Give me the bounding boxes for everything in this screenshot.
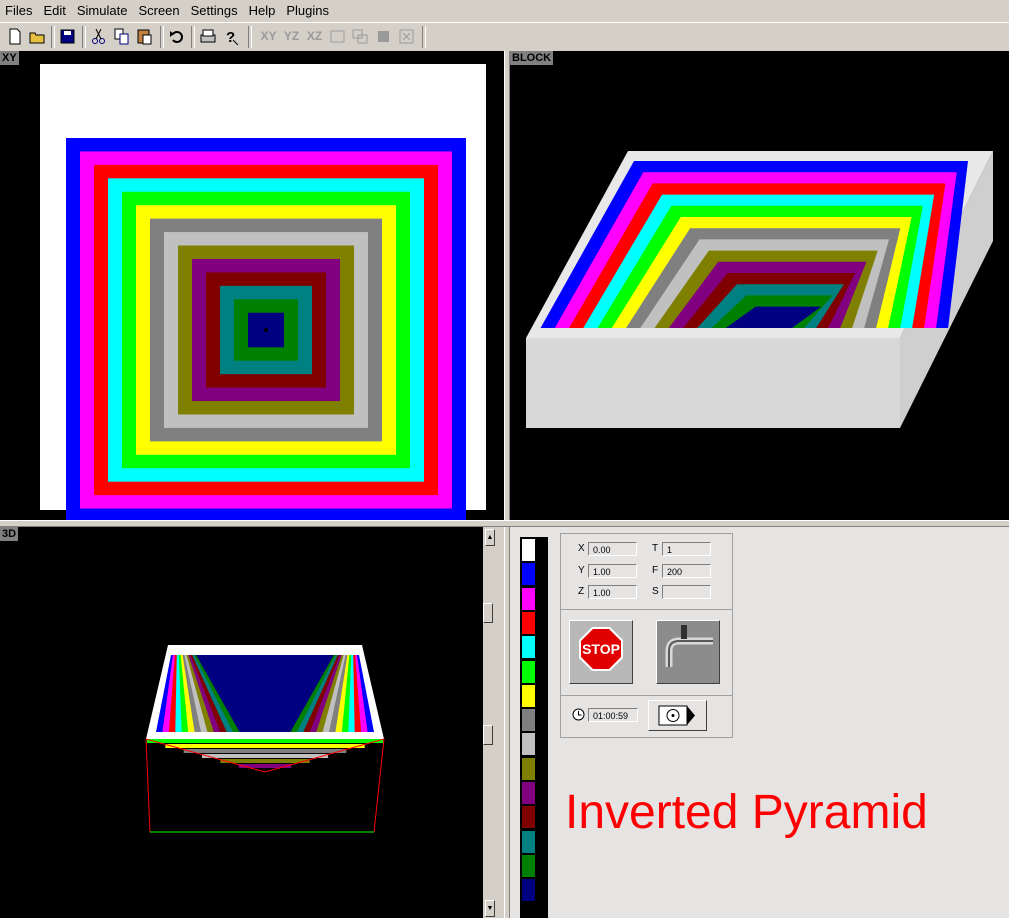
tool-color-palette[interactable]: [520, 537, 548, 918]
open-folder-icon[interactable]: [27, 26, 48, 47]
palette-swatch[interactable]: [522, 587, 535, 610]
menu-plugins[interactable]: Plugins: [281, 0, 335, 18]
menu-settings[interactable]: Settings: [186, 0, 244, 18]
save-disk-icon[interactable]: [57, 26, 78, 47]
program-title-caption: Inverted Pyramid: [565, 786, 928, 839]
control-panel: X 0.00 Y 1.00 Z 1.00 T 1 F 200 S STOP 01…: [510, 527, 1009, 918]
palette-swatch[interactable]: [522, 806, 535, 829]
palette-swatch[interactable]: [522, 563, 535, 586]
palette-swatch[interactable]: [522, 636, 535, 659]
3d-pane-label: 3D: [0, 527, 19, 541]
palette-swatch[interactable]: [522, 660, 535, 683]
zoom-fit-icon[interactable]: [396, 26, 417, 47]
3d-view-pane[interactable]: 3D: [0, 527, 483, 918]
palette-swatch[interactable]: [522, 879, 535, 902]
palette-swatch[interactable]: [522, 611, 535, 634]
print-icon[interactable]: [197, 26, 218, 47]
view-multi-icon[interactable]: [350, 26, 371, 47]
view-yz-button[interactable]: YZ: [281, 26, 302, 47]
spindle-tool-button[interactable]: [656, 620, 720, 684]
palette-swatch[interactable]: [522, 757, 535, 780]
new-file-icon[interactable]: [4, 26, 25, 47]
play-disc-icon: [658, 705, 695, 726]
menu-simulate[interactable]: Simulate: [72, 0, 134, 18]
menu-bar: Files Edit Simulate Screen Settings Help Plugi…: [0, 0, 1009, 21]
palette-swatch[interactable]: [522, 830, 535, 853]
xy-center-dot: [264, 328, 268, 332]
z-value-field: 1.00: [588, 585, 637, 599]
elapsed-time-field: 01:00:59: [588, 708, 638, 722]
3d-wireframe-render: [145, 645, 385, 833]
3d-bottom-layer: [183, 749, 347, 753]
x-value-field: 0.00: [588, 542, 637, 556]
t-label: T: [652, 543, 659, 554]
block-view-pane[interactable]: BLOCK: [510, 51, 1009, 520]
3d-bottom-layer: [165, 744, 365, 748]
paste-icon[interactable]: [134, 26, 155, 47]
menu-edit[interactable]: Edit: [38, 0, 71, 18]
view-xy-button[interactable]: XY: [258, 26, 279, 47]
t-value-field: 1: [662, 542, 711, 556]
help-icon[interactable]: ?: [220, 26, 241, 47]
scroll-thumb[interactable]: [483, 603, 493, 623]
3d-bottom-layer: [220, 759, 310, 763]
stop-label: STOP: [582, 641, 620, 657]
copy-icon[interactable]: [111, 26, 132, 47]
xy-view-pane[interactable]: XY: [0, 51, 504, 520]
scroll-down-button[interactable]: ▼: [485, 900, 495, 917]
menu-files[interactable]: Files: [0, 0, 38, 18]
menu-help[interactable]: Help: [244, 0, 282, 18]
palette-swatch[interactable]: [522, 733, 535, 756]
xy-toolpath-plot: [40, 64, 486, 520]
toolbar: ? XY YZ XZ: [0, 22, 1009, 52]
horizontal-splitter[interactable]: [0, 520, 1009, 527]
view-solid-icon[interactable]: [373, 26, 394, 47]
f-label: F: [652, 565, 659, 576]
block-pane-label: BLOCK: [510, 51, 554, 65]
coordinate-box: X 0.00 Y 1.00 Z 1.00 T 1 F 200 S STOP 01…: [560, 533, 733, 738]
xy-pane-label: XY: [0, 51, 19, 65]
palette-swatch[interactable]: [522, 782, 535, 804]
3d-bottom-layer: [202, 754, 328, 758]
spindle-icon: [657, 621, 719, 683]
y-value-field: 1.00: [588, 564, 637, 578]
palette-swatch[interactable]: [522, 709, 535, 732]
block-3d-render: [526, 151, 993, 428]
scroll-up-button[interactable]: ▲: [485, 529, 495, 546]
x-label: X: [578, 543, 585, 554]
play-simulation-button[interactable]: [648, 700, 707, 731]
palette-swatch[interactable]: [522, 854, 535, 877]
undo-icon[interactable]: [166, 26, 187, 47]
view-block-icon[interactable]: [327, 26, 348, 47]
s-value-field: [662, 585, 711, 599]
menu-screen[interactable]: Screen: [133, 0, 185, 18]
svg-text:?: ?: [226, 29, 235, 46]
clock-icon: [572, 708, 585, 726]
palette-swatch[interactable]: [522, 684, 535, 707]
y-label: Y: [578, 565, 585, 576]
stop-button[interactable]: STOP: [569, 620, 633, 684]
f-value-field: 200: [662, 564, 711, 578]
s-label: S: [652, 586, 659, 597]
cut-icon[interactable]: [88, 26, 109, 47]
3d-vertical-scrollbar[interactable]: ▲ ▼: [483, 527, 503, 918]
3d-bottom-layer: [147, 739, 383, 743]
view-xz-button[interactable]: XZ: [304, 26, 325, 47]
scroll-thumb-secondary[interactable]: [483, 725, 493, 745]
palette-swatch[interactable]: [522, 539, 535, 561]
z-label: Z: [578, 586, 585, 597]
